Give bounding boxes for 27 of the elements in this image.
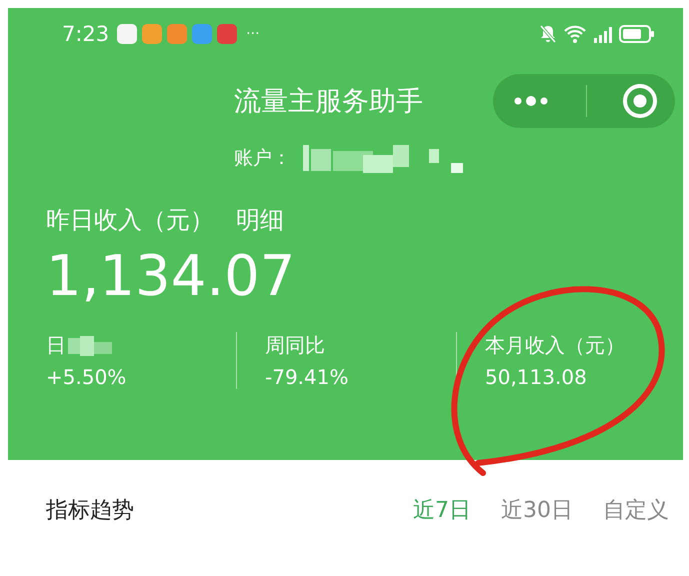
income-label: 昨日收入（元） <box>46 205 214 236</box>
account-label: 账户： <box>234 146 291 171</box>
income-amount: 1,134.07 <box>46 243 296 311</box>
range-tab[interactable]: 近30日 <box>501 495 573 525</box>
status-time: 7:23 <box>62 22 110 46</box>
app-icon <box>217 24 238 44</box>
stat-value: +5.50% <box>46 365 128 389</box>
page-title: 流量主服务助手 <box>234 85 423 119</box>
range-tab[interactable]: 近7日 <box>413 495 471 525</box>
wifi-icon <box>563 24 587 44</box>
app-icon <box>117 24 138 44</box>
mute-icon <box>538 24 558 44</box>
stat-value: 50,113.08 <box>485 365 588 389</box>
app-icon <box>192 24 212 44</box>
app-icon <box>142 24 162 44</box>
app-icon <box>167 24 188 44</box>
battery-icon <box>619 24 655 44</box>
stat-value: -79.41% <box>265 365 350 389</box>
stat-label: 日 <box>46 332 66 359</box>
signal-icon <box>592 24 614 44</box>
stat-label: 周同比 <box>265 332 325 359</box>
more-notifications: ··· <box>246 26 260 42</box>
stat-label: 本月收入（元） <box>485 332 625 359</box>
section-title: 指标趋势 <box>46 497 134 525</box>
range-tab[interactable]: 自定义 <box>603 495 669 525</box>
detail-link[interactable]: 明细 <box>236 204 284 236</box>
close-icon[interactable] <box>622 83 658 119</box>
